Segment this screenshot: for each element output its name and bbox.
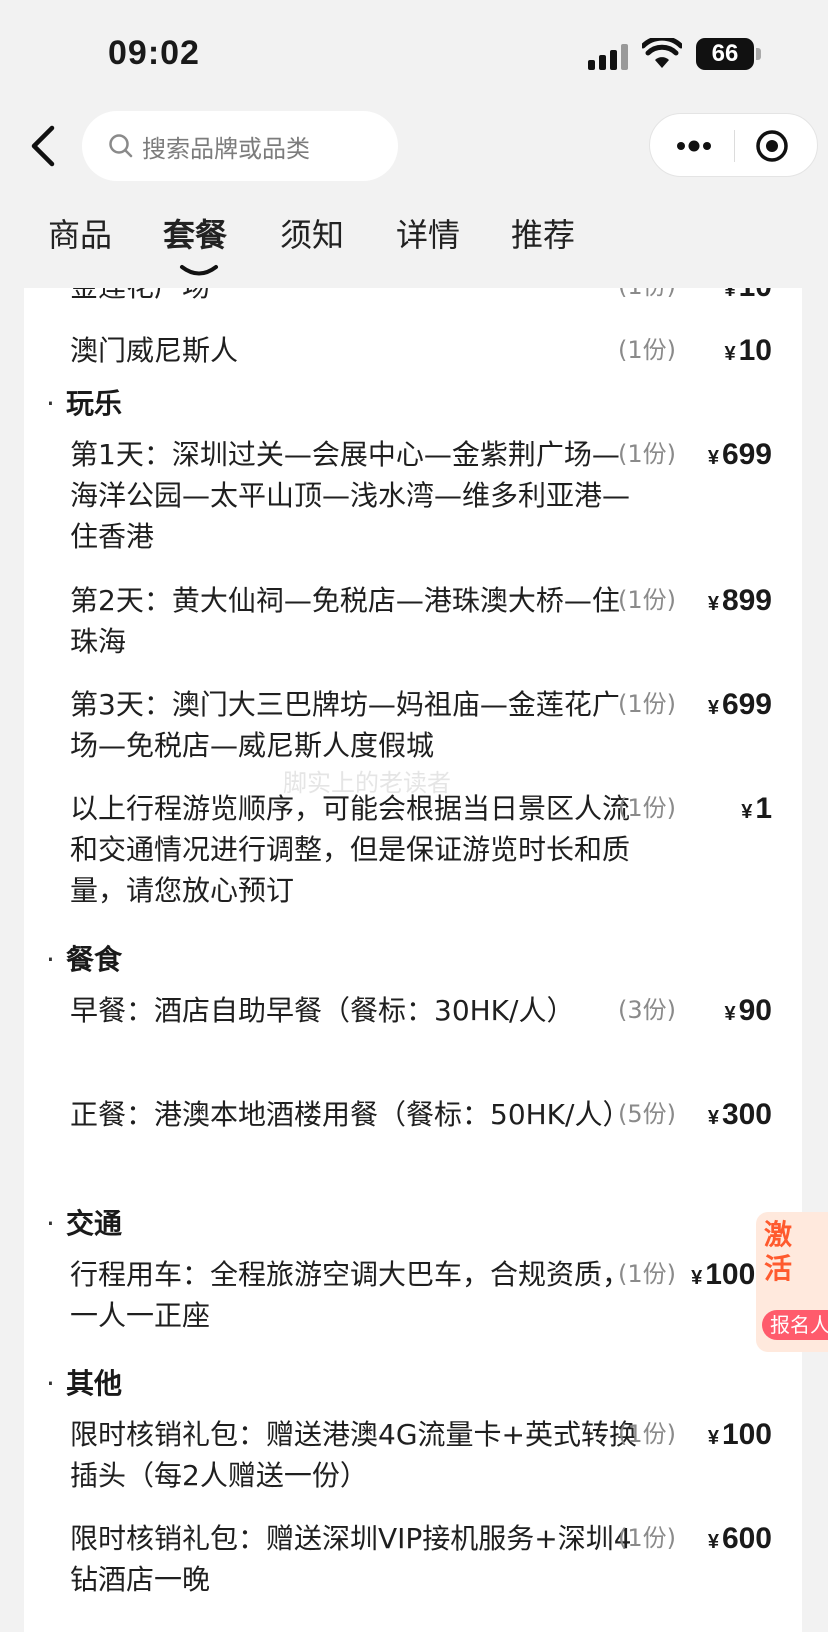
close-miniprogram-icon[interactable] [754, 128, 790, 164]
tab-package[interactable]: 套餐 [163, 210, 227, 256]
item-name: 第2天：黄大仙祠—免税店—港珠澳大桥—住珠海 [70, 584, 620, 658]
price-value: 90 [738, 994, 772, 1027]
item-price: ¥90 [725, 990, 773, 1035]
currency-symbol: ¥ [724, 288, 736, 301]
category-heading: · 玩乐 [46, 387, 123, 420]
tab-details[interactable]: 详情 [396, 210, 460, 256]
item-name: 正餐：港澳本地酒楼用餐（餐标：50HK/人） [70, 1098, 631, 1131]
price-value: 10 [739, 288, 772, 303]
active-tab-indicator [180, 265, 218, 276]
item-qty: (1份) [618, 1524, 676, 1552]
currency-symbol: ¥ [707, 593, 719, 615]
category-label: 餐食 [66, 943, 123, 976]
item-name: 早餐：酒店自助早餐（餐标：30HK/人） [70, 994, 575, 1027]
currency-symbol: ¥ [741, 801, 753, 823]
price-value: 1 [755, 792, 772, 825]
item-name: 澳门威尼斯人 [70, 334, 239, 367]
item-qty: (3份) [618, 996, 676, 1024]
item-price: ¥600 [708, 1518, 772, 1563]
item-qty: (1份) [618, 690, 676, 718]
back-arrow-icon[interactable] [18, 118, 74, 174]
battery-cap [756, 48, 761, 60]
item-name: 第3天：澳门大三巴牌坊—妈祖庙—金莲花广场—免税店—威尼斯人度假城 [70, 688, 620, 762]
cellular-signal-icon [588, 44, 630, 70]
status-time: 09:02 [108, 34, 200, 72]
category-heading: · 餐食 [46, 943, 123, 976]
category-label: 玩乐 [66, 387, 123, 420]
item-name: 第1天：深圳过关—会展中心—金紫荆广场—海洋公园—太平山顶—浅水湾—维多利亚港—… [70, 438, 631, 553]
currency-symbol: ¥ [724, 343, 736, 365]
tab-products[interactable]: 商品 [48, 210, 112, 256]
price-value: 899 [721, 584, 772, 617]
tab-recommend[interactable]: 推荐 [511, 210, 575, 256]
currency-symbol: ¥ [691, 1267, 703, 1289]
category-label: 交通 [66, 1207, 123, 1240]
currency-symbol: ¥ [707, 1427, 719, 1449]
item-qty: (1份) [618, 1260, 676, 1288]
item-qty: (1份) [618, 288, 676, 307]
floating-promo-button[interactable]: 激活 报名人 [756, 1212, 828, 1352]
status-bar: 09:02 66 [0, 0, 828, 110]
item-price: ¥1 [741, 788, 772, 833]
item-price: ¥100 [708, 1414, 772, 1459]
price-value: 100 [721, 1418, 772, 1451]
category-heading: · 交通 [46, 1207, 123, 1240]
search-placeholder: 搜索品牌或品类 [142, 135, 310, 163]
search-icon [109, 134, 133, 158]
price-value: 300 [721, 1098, 772, 1131]
currency-symbol: ¥ [707, 1107, 719, 1129]
price-value: 10 [738, 334, 772, 367]
wifi-icon [642, 38, 682, 68]
item-qty: (5份) [618, 1100, 676, 1128]
tab-notice[interactable]: 须知 [280, 210, 344, 256]
item-price: ¥10 [725, 330, 773, 375]
tab-bar: 商品 套餐 须知 详情 推荐 [0, 210, 828, 288]
item-price: ¥699 [708, 684, 772, 729]
item-qty: (1份) [618, 440, 676, 468]
item-price: ¥300 [708, 1094, 772, 1139]
item-qty: (1份) [618, 794, 676, 822]
miniprogram-capsule [649, 113, 818, 177]
capsule-divider [734, 130, 735, 162]
search-input[interactable]: 搜索品牌或品类 [82, 111, 398, 181]
item-name: 行程用车：全程旅游空调大巴车，合规资质，一人一正座 [70, 1258, 631, 1332]
currency-symbol: ¥ [707, 697, 719, 719]
currency-symbol: ¥ [707, 447, 719, 469]
category-heading: · 其他 [46, 1367, 123, 1400]
item-qty: (1份) [618, 586, 676, 614]
item-qty: (1份) [618, 1420, 676, 1448]
currency-symbol: ¥ [724, 1003, 736, 1025]
price-value: 699 [721, 438, 772, 471]
item-name: 限时核销礼包：赠送深圳VIP接机服务+深圳4钻酒店一晚 [70, 1522, 632, 1596]
price-value: 600 [721, 1522, 772, 1555]
item-qty: (1份) [618, 336, 676, 364]
battery-level: 66 [696, 38, 754, 70]
promo-title: 激活 [764, 1218, 793, 1285]
currency-symbol: ¥ [707, 1531, 719, 1553]
package-items-card: 金莲花广场 (1份) ¥10 澳门威尼斯人 (1份) ¥10 ·玩乐 第1天：深… [24, 288, 802, 1632]
item-price: ¥10 [725, 288, 773, 311]
item-name: 金莲花广场 [70, 288, 640, 307]
more-icon[interactable] [672, 130, 716, 162]
category-label: 其他 [66, 1367, 123, 1400]
promo-badge: 报名人 [762, 1310, 828, 1340]
item-price: ¥699 [708, 434, 772, 479]
price-value: 699 [721, 688, 772, 721]
item-price: ¥899 [708, 580, 772, 625]
item-name: 限时核销礼包：赠送港澳4G流量卡+英式转换插头（每2人赠送一份） [70, 1418, 637, 1492]
watermark: 脚实上的老读者 [283, 769, 451, 797]
item-name: 以上行程游览顺序，可能会根据当日景区人流和交通情况进行调整，但是保证游览时长和质… [70, 792, 631, 907]
